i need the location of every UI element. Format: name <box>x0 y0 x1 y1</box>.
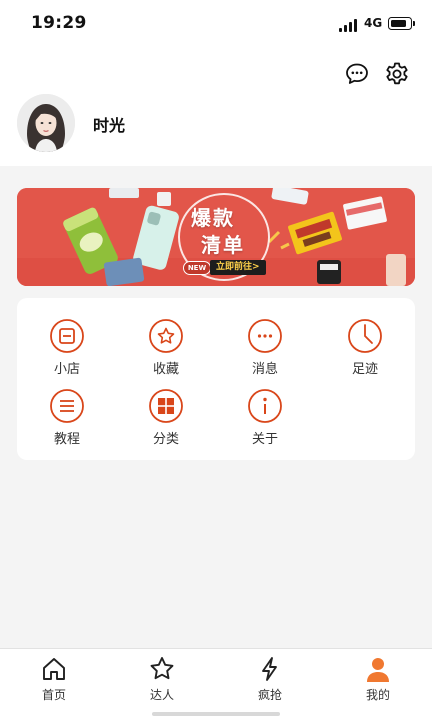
person-icon <box>364 655 392 683</box>
menu-item-about[interactable]: 关于 <box>235 388 295 448</box>
bottom-tab-bar: 首页 达人 疯抢 我的 <box>0 648 432 720</box>
star-icon <box>148 318 184 354</box>
tab-label: 达人 <box>149 688 174 702</box>
menu-item-label: 关于 <box>251 432 278 447</box>
tab-influencers[interactable]: 达人 <box>132 655 192 707</box>
new-badge: NEW <box>183 261 211 275</box>
battery-icon <box>388 17 415 30</box>
menu-item-categories[interactable]: 分类 <box>136 388 196 448</box>
info-icon <box>247 388 283 424</box>
tab-home[interactable]: 首页 <box>24 655 84 707</box>
menu-item-label: 小店 <box>53 362 80 377</box>
tab-label: 疯抢 <box>257 688 282 702</box>
avatar-photo <box>17 94 75 152</box>
menu-item-label: 教程 <box>53 432 80 447</box>
tab-mine[interactable]: 我的 <box>348 655 408 707</box>
menu-item-messages[interactable]: 消息 <box>235 318 295 378</box>
message-icon <box>247 318 283 354</box>
status-time: 19:29 <box>31 13 87 33</box>
lightning-icon <box>256 655 284 683</box>
settings-button[interactable] <box>384 61 410 87</box>
tab-label: 我的 <box>365 688 390 702</box>
username: 时光 <box>93 116 126 135</box>
list-icon <box>49 388 85 424</box>
function-menu: 小店 收藏 消息 足迹 教程 分类 关于 <box>17 298 415 460</box>
menu-item-label: 消息 <box>251 362 278 377</box>
shop-icon <box>49 318 85 354</box>
star-outline-icon <box>148 655 176 683</box>
message-button[interactable] <box>344 61 370 87</box>
network-type: 4G <box>364 16 383 30</box>
menu-item-history[interactable]: 足迹 <box>335 318 395 378</box>
clock-icon <box>347 318 383 354</box>
grid-icon <box>148 388 184 424</box>
promo-banner[interactable]: 爆款 清单 NEW 立即前往> <box>17 188 415 286</box>
menu-item-tutorial[interactable]: 教程 <box>37 388 97 448</box>
menu-item-label: 分类 <box>152 432 179 447</box>
home-indicator[interactable] <box>152 712 280 716</box>
profile-header: 19:29 4G 时光 <box>0 0 432 166</box>
avatar[interactable] <box>17 94 75 152</box>
menu-item-favorites[interactable]: 收藏 <box>136 318 196 378</box>
banner-title-line2: 清单 <box>201 233 245 257</box>
menu-item-label: 足迹 <box>351 362 378 377</box>
menu-item-label: 收藏 <box>152 362 179 377</box>
status-bar: 19:29 4G <box>0 0 432 48</box>
banner-cta[interactable]: 立即前往> <box>210 260 266 275</box>
gear-icon <box>386 62 408 85</box>
home-icon <box>40 655 68 683</box>
signal-icon <box>339 18 359 32</box>
chat-bubble-icon <box>346 63 368 84</box>
tab-label: 首页 <box>41 688 66 702</box>
menu-item-shop[interactable]: 小店 <box>37 318 97 378</box>
tab-flash-sale[interactable]: 疯抢 <box>240 655 300 707</box>
banner-title-line1: 爆款 <box>191 206 235 230</box>
